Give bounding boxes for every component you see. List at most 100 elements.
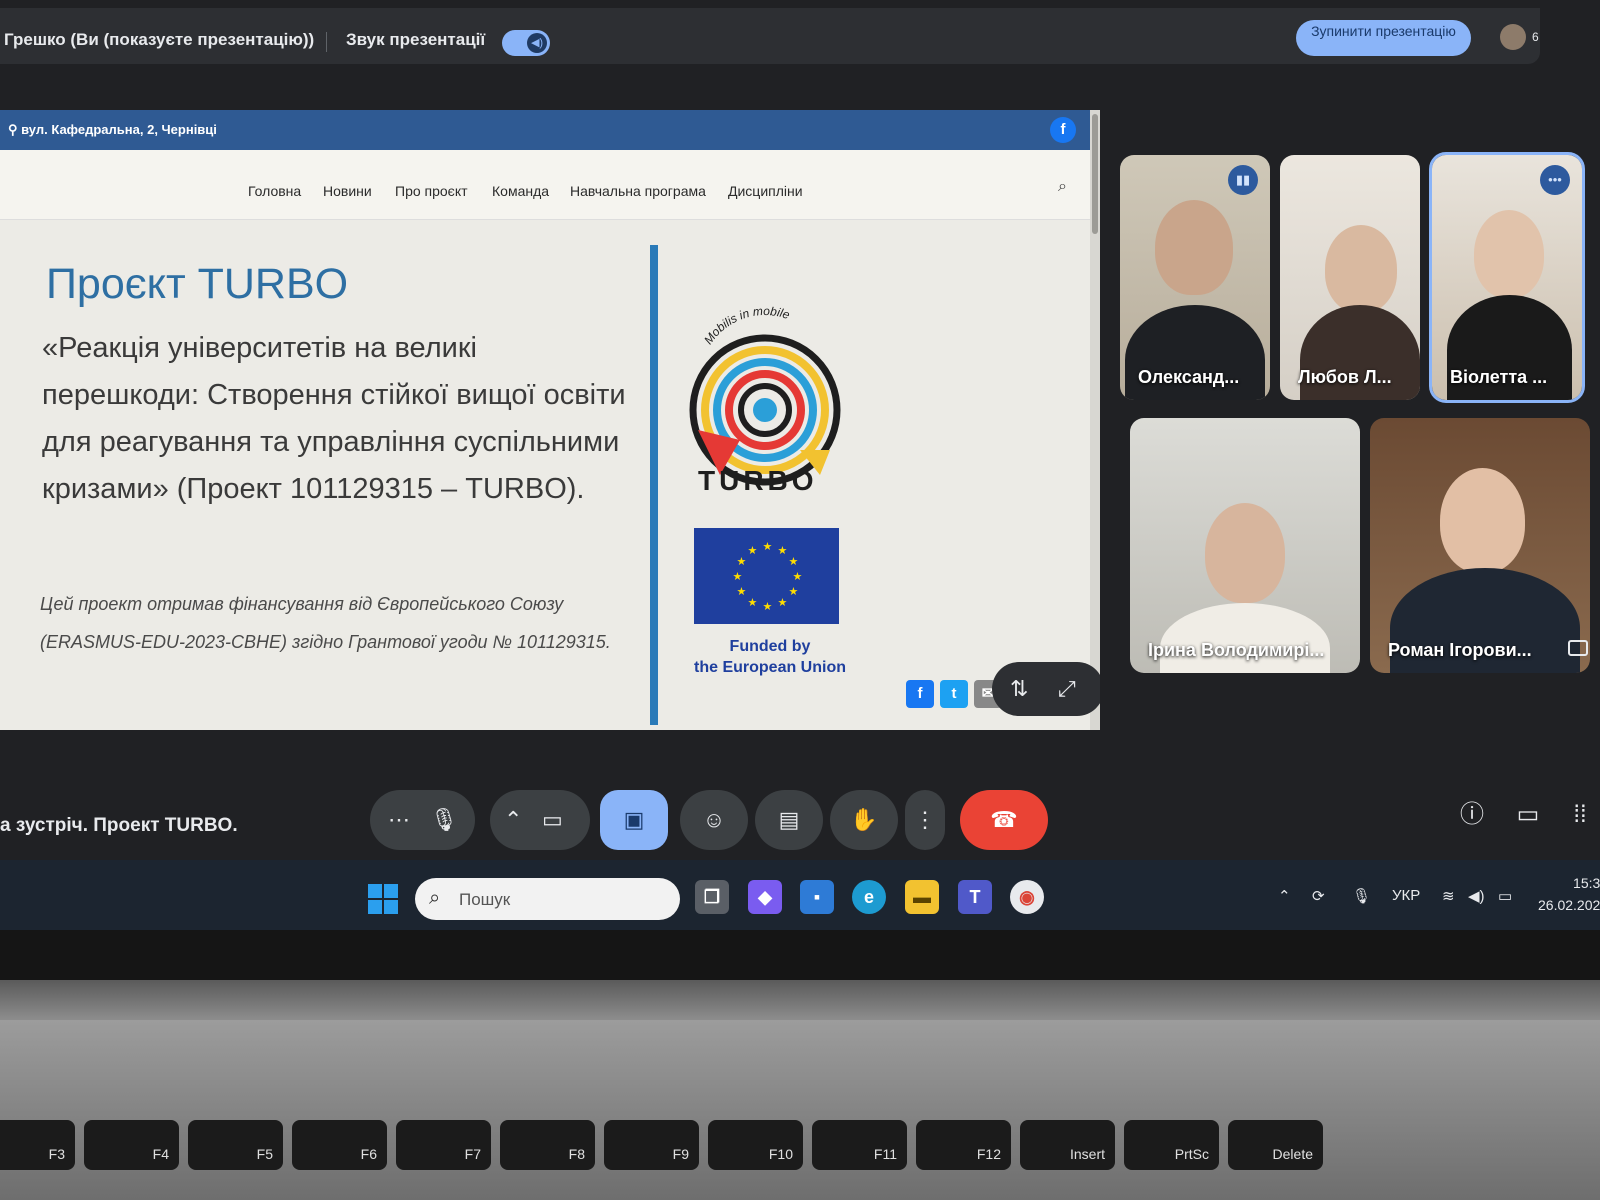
task-view-icon[interactable]: ❐: [695, 880, 729, 914]
emoji-button[interactable]: ☺: [680, 790, 748, 850]
nav-about[interactable]: Про проєкт: [395, 183, 468, 199]
scroll-thumb[interactable]: [1092, 114, 1098, 234]
eu-flag-icon: ★★★★★★★★★ ★ ★★: [694, 528, 839, 624]
participant-tile[interactable]: ▮▮ Олександ...: [1120, 155, 1270, 400]
participant-name: Любов Л...: [1298, 367, 1392, 387]
project-description: «Реакція університетів на великі перешко…: [42, 332, 626, 505]
fullscreen-icon[interactable]: ⤢: [1058, 676, 1076, 702]
activities-grid-icon[interactable]: ⁞⁞: [1560, 795, 1600, 835]
participant-count: 6: [1532, 30, 1539, 44]
file-explorer-icon[interactable]: ▬: [905, 880, 939, 914]
clock-date: 26.02.202: [1538, 897, 1600, 913]
nav-team[interactable]: Команда: [492, 183, 549, 199]
key-label: F5: [256, 1146, 273, 1162]
funding-note: Цей проект отримав фінансування від Євро…: [40, 594, 611, 652]
eu-star-icon: ★: [778, 597, 788, 609]
clock[interactable]: 15:3 26.02.202: [1538, 872, 1600, 916]
participant-tile[interactable]: ••• Віолетта ...: [1429, 152, 1585, 403]
participant-name: Роман Ігорови...: [1388, 640, 1532, 660]
key-label: F12: [976, 1146, 1001, 1162]
page-scrollbar[interactable]: [1090, 110, 1100, 730]
presenter-label: Грешко (Ви (показуєте презентацію)): [4, 30, 315, 49]
keyboard-key: F9: [604, 1120, 699, 1170]
camera-icon[interactable]: ▭: [542, 790, 563, 850]
key-label: F7: [464, 1146, 481, 1162]
save-app-icon[interactable]: ▪: [800, 880, 834, 914]
funded-line-2: the European Union: [694, 659, 846, 676]
stop-presenting-button[interactable]: Зупинити презентацію: [1296, 20, 1471, 56]
microphone-icon[interactable]: 🎙: [430, 790, 458, 850]
wifi-icon[interactable]: ≋: [1442, 887, 1455, 905]
participant-tile[interactable]: Ірина Володимирі...: [1130, 418, 1360, 673]
nav-news[interactable]: Новини: [323, 183, 372, 199]
speaker-icon: ◀): [527, 33, 547, 53]
nav-home[interactable]: Головна: [248, 183, 301, 199]
eu-star-icon: ★: [789, 586, 799, 598]
site-nav: Головна Новини Про проєкт Команда Навчал…: [0, 150, 1090, 220]
keyboard-key: F12: [916, 1120, 1011, 1170]
microphone-tray-icon[interactable]: 🎙: [1352, 887, 1371, 905]
presentation-sound-label: Звук презентації: [346, 30, 486, 49]
participant-name: Олександ...: [1138, 367, 1240, 387]
facebook-share-icon[interactable]: f: [906, 680, 934, 708]
twitter-share-icon[interactable]: t: [940, 680, 968, 708]
taskbar-search[interactable]: ⌕ Пошук: [415, 878, 680, 920]
key-label: Insert: [1069, 1146, 1105, 1162]
participant-tile[interactable]: Роман Ігорови...: [1370, 418, 1590, 673]
keyboard-key: F8: [500, 1120, 595, 1170]
eu-star-icon: ★: [737, 586, 747, 598]
copilot-icon[interactable]: ◆: [748, 880, 782, 914]
meeting-title: а зустріч. Проект TURBO.: [0, 815, 238, 836]
participant-name: Віолетта ...: [1450, 367, 1548, 387]
chrome-icon[interactable]: ◉: [1010, 880, 1044, 914]
key-label: F9: [672, 1146, 689, 1162]
key-label: PrtSc: [1174, 1146, 1209, 1162]
content-divider: [650, 245, 658, 725]
keyboard-deck: [0, 1020, 1600, 1200]
windows-start-icon[interactable]: [368, 884, 398, 914]
captions-button[interactable]: ▤: [755, 790, 823, 850]
nav-program[interactable]: Навчальна програма: [570, 183, 706, 199]
teams-icon[interactable]: T: [958, 880, 992, 914]
nav-disciplines[interactable]: Дисципліни: [728, 183, 803, 199]
facebook-icon[interactable]: f: [1050, 117, 1076, 143]
chevron-up-icon[interactable]: ⌃: [504, 790, 522, 850]
chat-icon[interactable]: ▭: [1508, 795, 1548, 835]
eu-star-icon: ★: [793, 571, 803, 583]
language-indicator[interactable]: УКР: [1392, 887, 1420, 904]
presenting-bar: Грешко (Ви (показуєте презентацію)) Звук…: [0, 8, 1540, 64]
more-options-button[interactable]: ⋮: [905, 790, 945, 850]
participant-tile[interactable]: Любов Л...: [1280, 155, 1420, 400]
search-icon[interactable]: ⌕: [1058, 178, 1067, 196]
share-view-controls: ⇅ ⤢: [992, 662, 1100, 716]
laptop-bezel: [0, 930, 1600, 980]
info-icon[interactable]: ⓘ: [1452, 795, 1492, 835]
keyboard-key: PrtSc: [1124, 1120, 1219, 1170]
camera-group: ⌃ ▭: [490, 790, 590, 850]
logo-wordmark: TURBO: [698, 465, 818, 496]
raise-hand-button[interactable]: ✋: [830, 790, 898, 850]
keyboard-key: F10: [708, 1120, 803, 1170]
leave-call-button[interactable]: ☎: [960, 790, 1048, 850]
sync-icon[interactable]: ⟳: [1312, 887, 1325, 905]
search-icon: ⌕: [429, 887, 441, 909]
participant-head: [1205, 503, 1285, 603]
site-topbar: ⚲ вул. Кафедральна, 2, Чернівці f: [0, 110, 1100, 150]
address-text: вул. Кафедральна, 2, Чернівці: [21, 122, 217, 137]
presentation-sound-toggle[interactable]: ◀): [502, 30, 550, 56]
battery-icon[interactable]: ▭: [1498, 887, 1512, 905]
funded-line-1: Funded by: [729, 638, 811, 655]
more-audio-icon[interactable]: ⋯: [388, 790, 410, 850]
shared-screen: ⚲ вул. Кафедральна, 2, Чернівці f Головн…: [0, 110, 1100, 730]
laptop-hinge: [0, 980, 1600, 1020]
more-options-icon[interactable]: •••: [1540, 165, 1570, 195]
present-screen-button[interactable]: ▣: [600, 790, 668, 850]
pip-icon[interactable]: [1568, 640, 1588, 656]
keyboard-key: F3: [0, 1120, 75, 1170]
eu-star-icon: ★: [763, 601, 773, 613]
swap-icon[interactable]: ⇅: [1010, 676, 1028, 702]
chevron-up-icon[interactable]: ⌃: [1278, 887, 1291, 905]
participants-chip[interactable]: 6: [1498, 18, 1546, 56]
volume-icon[interactable]: ◀): [1468, 887, 1485, 905]
edge-icon[interactable]: e: [852, 880, 886, 914]
